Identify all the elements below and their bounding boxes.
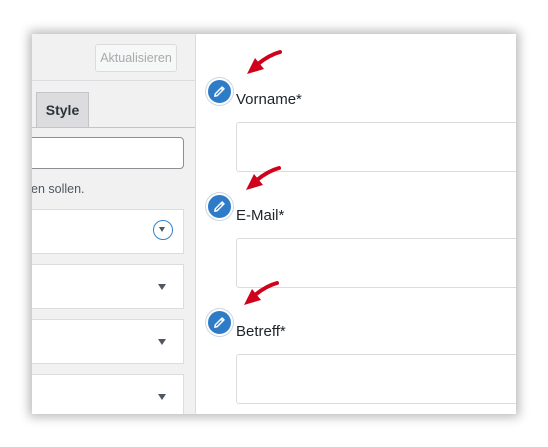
pencil-icon [214,201,225,212]
select-2[interactable] [32,264,184,309]
field-label-betreff: Betreff* [236,323,286,340]
field-label-email: E-Mail* [236,207,285,224]
betreff-field[interactable] [236,354,516,404]
red-arrow-icon [246,166,281,190]
panel-topbar: Aktualisieren [32,34,195,81]
field-hint: en sollen. [32,182,85,196]
red-arrow-icon [247,50,282,74]
chevron-down-icon[interactable] [153,220,173,240]
update-button[interactable]: Aktualisieren [95,44,177,72]
field-label-vorname: Vorname* [236,91,302,108]
select-4[interactable] [32,374,184,414]
settings-text-input[interactable] [32,137,184,169]
pencil-icon [214,86,225,97]
edit-field-button[interactable] [206,193,233,220]
red-arrow-icon [244,281,279,305]
chevron-down-icon [158,394,166,400]
chevron-down-icon [158,339,166,345]
settings-panel: Aktualisieren Style en sollen. [32,34,196,414]
panel-tabs: Style [32,81,195,128]
edit-field-button[interactable] [206,78,233,105]
select-1[interactable] [32,209,184,254]
select-3[interactable] [32,319,184,364]
editor-window: Aktualisieren Style en sollen. Vorname* … [32,34,516,414]
tab-style[interactable]: Style [36,92,89,127]
form-preview: Vorname* E-Mail* Betreff* [196,34,516,414]
pencil-icon [214,317,225,328]
edit-field-button[interactable] [206,309,233,336]
chevron-down-icon [158,284,166,290]
